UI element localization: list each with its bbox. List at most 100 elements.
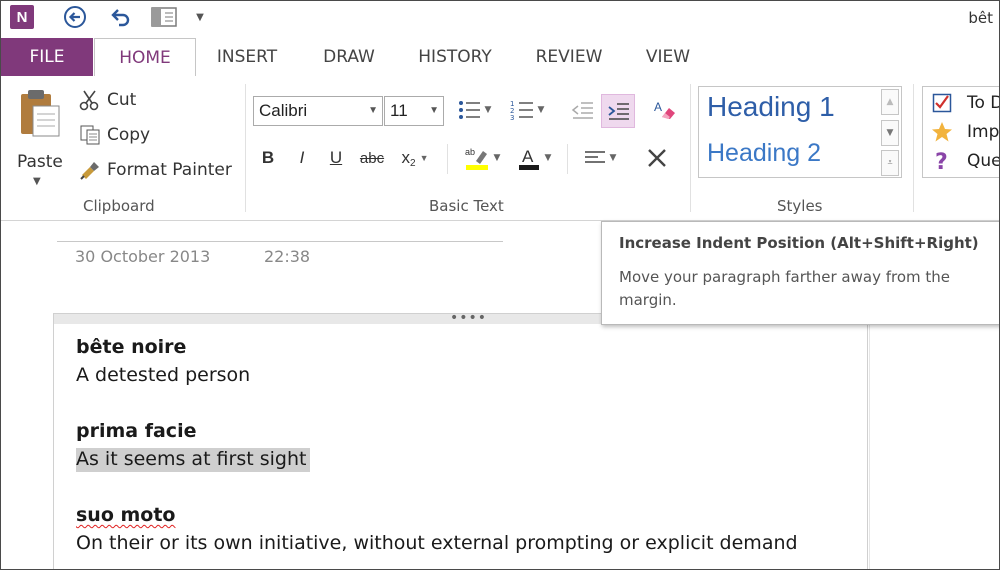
group-separator [245,84,246,212]
checkbox-icon [931,92,953,114]
numbering-button[interactable]: 123 ▼ [504,96,550,124]
star-icon [931,121,953,143]
gallery-more-icon[interactable]: ⩡ [881,150,899,176]
tab-draw[interactable]: DRAW [315,38,383,76]
font-name-combo[interactable]: Calibri ▼ [253,96,383,126]
term-heading[interactable]: suo moto [76,504,176,526]
term-definition-selected[interactable]: As it seems at first sight [76,448,311,472]
term-definition[interactable]: A detested person [76,364,250,386]
tab-review[interactable]: REVIEW [529,38,609,76]
tag-important[interactable]: Imp [931,118,999,146]
highlighter-icon: ab [465,147,488,170]
chevron-down-icon[interactable]: ▼ [881,120,899,146]
svg-text:A: A [522,147,534,166]
font-color-icon: A [518,147,539,170]
tag-important-label: Imp [967,122,1000,142]
styles-group-label: Styles [777,197,823,215]
cut-button[interactable]: Cut [77,86,136,114]
group-separator [913,84,914,212]
title-underline [57,241,503,242]
copy-label: Copy [107,125,151,145]
svg-text:?: ? [935,150,948,172]
scissors-icon [77,88,103,112]
chevron-down-icon[interactable]: ▼ [420,153,429,163]
back-arrow-icon[interactable] [63,5,87,29]
selection-highlight[interactable]: As it seems at first sight [76,448,311,472]
page-time: 22:38 [264,247,311,266]
highlight-color-button[interactable]: ab ▼ [457,144,507,172]
group-separator [447,144,448,174]
basic-text-group-label: Basic Text [429,197,504,215]
quick-access-toolbar: N ▼ bêt [1,1,999,35]
dock-to-desktop-icon[interactable] [151,5,177,29]
decrease-indent-button[interactable] [567,96,597,124]
term-heading[interactable]: prima facie [76,420,196,442]
increase-indent-icon [608,103,629,120]
tab-file[interactable]: FILE [1,38,93,76]
customize-qat-icon[interactable]: ▼ [194,5,206,29]
chevron-down-icon[interactable]: ▼ [485,105,492,115]
font-color-button[interactable]: A ▼ [511,144,557,172]
window-title: bêt [968,9,993,27]
bullets-button[interactable]: ▼ [451,96,497,124]
tag-question[interactable]: ? Que [931,147,1000,175]
styles-gallery[interactable]: Heading 1 Heading 2 ▲ ▼ ⩡ [698,86,902,178]
ribbon-tabs: FILE HOME INSERT DRAW HISTORY REVIEW VIE… [1,38,999,77]
ribbon: Paste ▼ Cut Copy Format Painter Clipboar… [1,76,999,221]
strikethrough-button[interactable]: abc [357,144,387,172]
tags-gallery[interactable]: To D Imp ? Que [922,86,1000,178]
group-separator [567,144,568,174]
svg-text:3: 3 [510,114,514,121]
tag-todo-label: To D [967,93,1000,113]
format-painter-icon [77,158,103,182]
paste-button[interactable]: Paste ▼ [13,86,69,194]
decrease-indent-icon [571,102,593,119]
tab-history[interactable]: HISTORY [411,38,499,76]
numbered-list-icon: 123 [510,100,533,121]
tag-question-label: Que [967,151,1000,171]
tooltip-title: Increase Indent Position (Alt+Shift+Righ… [619,234,979,252]
chevron-up-icon[interactable]: ▲ [881,89,899,115]
term-heading[interactable]: bête noire [76,336,186,358]
chevron-down-icon[interactable]: ▼ [494,153,501,163]
chevron-down-icon[interactable]: ▼ [610,153,617,163]
chevron-down-icon[interactable]: ▼ [33,176,41,187]
delete-button[interactable] [643,144,671,172]
drag-handle-icon[interactable]: •••• [450,310,487,326]
svg-text:ab: ab [465,147,475,157]
tab-insert[interactable]: INSERT [211,38,283,76]
tag-todo[interactable]: To D [931,89,1000,117]
chevron-down-icon[interactable]: ▼ [368,97,378,125]
format-painter-button[interactable]: Format Painter [77,156,232,184]
chevron-down-icon[interactable]: ▼ [429,97,439,125]
undo-icon[interactable] [109,5,131,29]
paste-label: Paste [17,152,63,172]
italic-button[interactable]: I [291,144,313,172]
underline-button[interactable]: U [325,144,347,172]
font-size-combo[interactable]: 11 ▼ [384,96,444,126]
subscript-label: x [401,148,411,167]
copy-icon [77,123,103,147]
tab-home[interactable]: HOME [94,38,196,77]
clipboard-group-label: Clipboard [83,197,155,215]
paragraph-alignment-button[interactable]: ▼ [577,144,623,172]
term-definition[interactable]: On their or its own initiative, without … [76,532,798,554]
increase-indent-button[interactable] [601,94,635,128]
clear-formatting-button[interactable]: A [651,96,681,124]
spelling-error-text[interactable]: suo moto [76,504,176,526]
cut-label: Cut [107,90,137,110]
chevron-down-icon[interactable]: ▼ [545,153,552,163]
increase-indent-tooltip: Increase Indent Position (Alt+Shift+Righ… [601,221,999,325]
bold-button[interactable]: B [257,144,279,172]
copy-button[interactable]: Copy [77,121,150,149]
tab-view[interactable]: VIEW [638,38,698,76]
note-container[interactable]: •••• bête noire A detested person prima … [53,310,868,569]
style-heading-2[interactable]: Heading 2 [707,139,821,168]
subscript-button[interactable]: x2 ▼ [395,144,435,172]
chevron-down-icon[interactable]: ▼ [538,105,545,115]
paste-icon [21,90,60,137]
style-heading-1[interactable]: Heading 1 [707,91,835,123]
question-mark-icon: ? [931,150,953,172]
onenote-icon[interactable]: N [10,5,34,29]
close-icon [648,149,666,167]
